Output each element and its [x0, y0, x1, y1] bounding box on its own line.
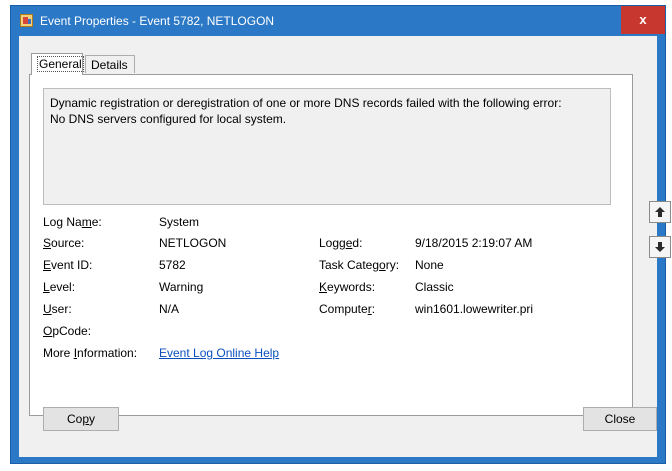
- log-name-value: System: [159, 215, 200, 229]
- keywords-value: Classic: [415, 280, 454, 294]
- close-window-button[interactable]: x: [621, 6, 665, 34]
- computer-value: win1601.lowewriter.pri: [415, 302, 534, 316]
- computer-label: Computer:: [319, 302, 376, 316]
- title-bar: Event Properties - Event 5782, NETLOGON …: [11, 6, 665, 36]
- close-button[interactable]: Close: [583, 407, 657, 431]
- task-category-label: Task Category:: [319, 258, 400, 272]
- arrow-down-icon: [655, 242, 665, 252]
- opcode-label: OpCode:: [43, 324, 92, 338]
- user-value: N/A: [159, 302, 180, 316]
- tab-general[interactable]: General: [31, 53, 84, 75]
- event-id-value: 5782: [159, 258, 186, 272]
- next-event-button[interactable]: [649, 236, 671, 258]
- description-line-2: No DNS servers configured for local syst…: [50, 112, 287, 126]
- logged-value: 9/18/2015 2:19:07 AM: [415, 236, 533, 250]
- arrow-up-icon: [655, 207, 665, 217]
- dialog-client-area: Details General Dynamic registration or …: [19, 36, 671, 457]
- log-name-label: Log Name:: [43, 215, 102, 229]
- level-value: Warning: [159, 280, 204, 294]
- event-properties-window: Event Properties - Event 5782, NETLOGON …: [10, 5, 671, 464]
- more-information-label: More Information:: [43, 346, 138, 360]
- keywords-label: Keywords:: [319, 280, 376, 294]
- event-description[interactable]: Dynamic registration or deregistration o…: [43, 88, 611, 205]
- general-panel: Dynamic registration or deregistration o…: [29, 74, 633, 416]
- logged-label: Logged:: [319, 236, 363, 250]
- event-log-online-help-link[interactable]: Event Log Online Help: [159, 346, 279, 360]
- previous-event-button[interactable]: [649, 201, 671, 223]
- event-id-label: Event ID:: [43, 258, 93, 272]
- level-label: Level:: [43, 280, 76, 294]
- source-label: Source:: [43, 236, 85, 250]
- user-label: User:: [43, 302, 72, 316]
- source-value: NETLOGON: [159, 236, 227, 250]
- tab-general-label: General: [37, 56, 84, 72]
- copy-button[interactable]: Copy: [43, 407, 119, 431]
- window-title: Event Properties - Event 5782, NETLOGON: [40, 14, 275, 28]
- description-line-1: Dynamic registration or deregistration o…: [50, 96, 562, 110]
- tab-details[interactable]: Details: [85, 55, 135, 73]
- event-viewer-icon: [20, 14, 33, 27]
- task-category-value: None: [415, 258, 444, 272]
